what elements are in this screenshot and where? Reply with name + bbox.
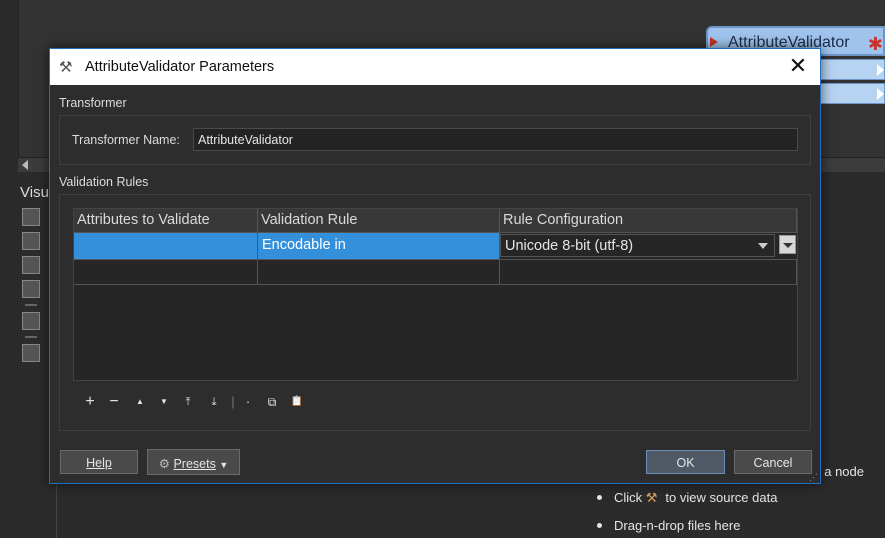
close-button[interactable]: ✕ [776,49,820,85]
column-header-rule[interactable]: Validation Rule [258,209,500,233]
toolbar-separator [25,336,37,338]
transformer-name-input[interactable]: AttributeValidator [193,128,798,151]
toolbar-separator: | [231,394,235,409]
chevron-down-icon [783,243,793,248]
scroll-left-arrow-icon[interactable] [22,160,28,170]
paste-button[interactable]: 📋 [290,395,304,409]
column-header-config[interactable]: Rule Configuration [500,209,797,233]
help-button[interactable]: Help [60,450,138,474]
rules-table[interactable]: Attributes to Validate Validation Rule R… [73,208,798,381]
copy-button[interactable]: ⧉ [265,395,279,409]
help-item: Drag-n-drop files here [597,512,777,538]
move-down-button[interactable]: ▼ [157,395,171,409]
gear-icon[interactable]: ✱ [868,34,883,55]
empty-cell[interactable] [74,260,258,284]
add-row-button[interactable]: + [83,394,97,410]
inspect-icon: ⚒ [645,490,658,505]
help-item-text: to view source data [665,490,778,505]
gear-icon: ⚙ [158,457,170,471]
move-up-button[interactable]: ▲ [133,395,147,409]
presets-label: Presets [173,457,216,471]
cancel-button[interactable]: Cancel [734,450,812,474]
validation-rules-section-label: Validation Rules [59,175,149,189]
validation-rules-group: Attributes to Validate Validation Rule R… [59,194,811,431]
visual-preview-toolbar [22,208,42,368]
port-arrow-icon [877,64,884,76]
column-header-attributes[interactable]: Attributes to Validate [74,209,258,233]
transformer-group: Transformer Name: AttributeValidator [59,115,811,165]
inspect-icon[interactable] [22,312,40,330]
help-item-text: Click [614,490,643,505]
toolbar-separator [25,304,37,306]
ok-button[interactable]: OK [646,450,725,474]
remove-row-button[interactable]: − [107,394,121,410]
chevron-down-icon [758,243,768,249]
parameters-dialog: ⚒ AttributeValidator Parameters ✕ Transf… [49,48,821,484]
dialog-title: AttributeValidator Parameters [85,59,275,75]
move-top-button[interactable]: ⤒ [181,395,195,409]
presets-button[interactable]: ⚙ Presets ▼ [147,449,240,475]
output-port[interactable] [820,59,885,80]
resize-grip-icon[interactable]: ⋰ [809,472,819,482]
table-row-empty[interactable] [74,259,797,285]
transformer-icon: ⚒ [59,59,73,76]
graphics-view-icon[interactable] [22,256,40,274]
transformer-section-label: Transformer [59,96,127,110]
rule-config-dropdown[interactable]: Unicode 8-bit (utf-8) [500,234,775,257]
toolbar-dot: · [245,394,251,409]
help-item-text: Drag-n-drop files here [614,518,741,533]
grid-view-icon[interactable] [22,232,40,250]
visual-preview-label: Visu [20,184,49,201]
bullet [597,495,602,500]
rule-config-value: Unicode 8-bit (utf-8) [505,238,634,254]
empty-cell[interactable] [500,260,797,284]
output-port[interactable] [820,83,885,104]
input-port-icon [710,37,718,47]
move-bottom-button[interactable]: ⤓ [207,395,221,409]
chevron-down-icon: ▼ [219,460,229,470]
rule-config-menu-button[interactable] [779,235,796,254]
bullet [597,523,602,528]
attribute-cell[interactable] [74,233,258,259]
zoom-icon[interactable] [22,344,40,362]
rule-cell[interactable]: Encodable in [258,233,500,259]
table-view-icon[interactable] [22,208,40,226]
help-item-partial: t a node [817,464,864,479]
dialog-titlebar[interactable]: ⚒ AttributeValidator Parameters ✕ [50,49,820,85]
help-item: Click ⚒ to view source data [597,484,777,512]
empty-cell[interactable] [258,260,500,284]
port-arrow-icon [877,88,884,100]
info-icon[interactable] [22,280,40,298]
transformer-name-label: Transformer Name: [72,133,180,147]
